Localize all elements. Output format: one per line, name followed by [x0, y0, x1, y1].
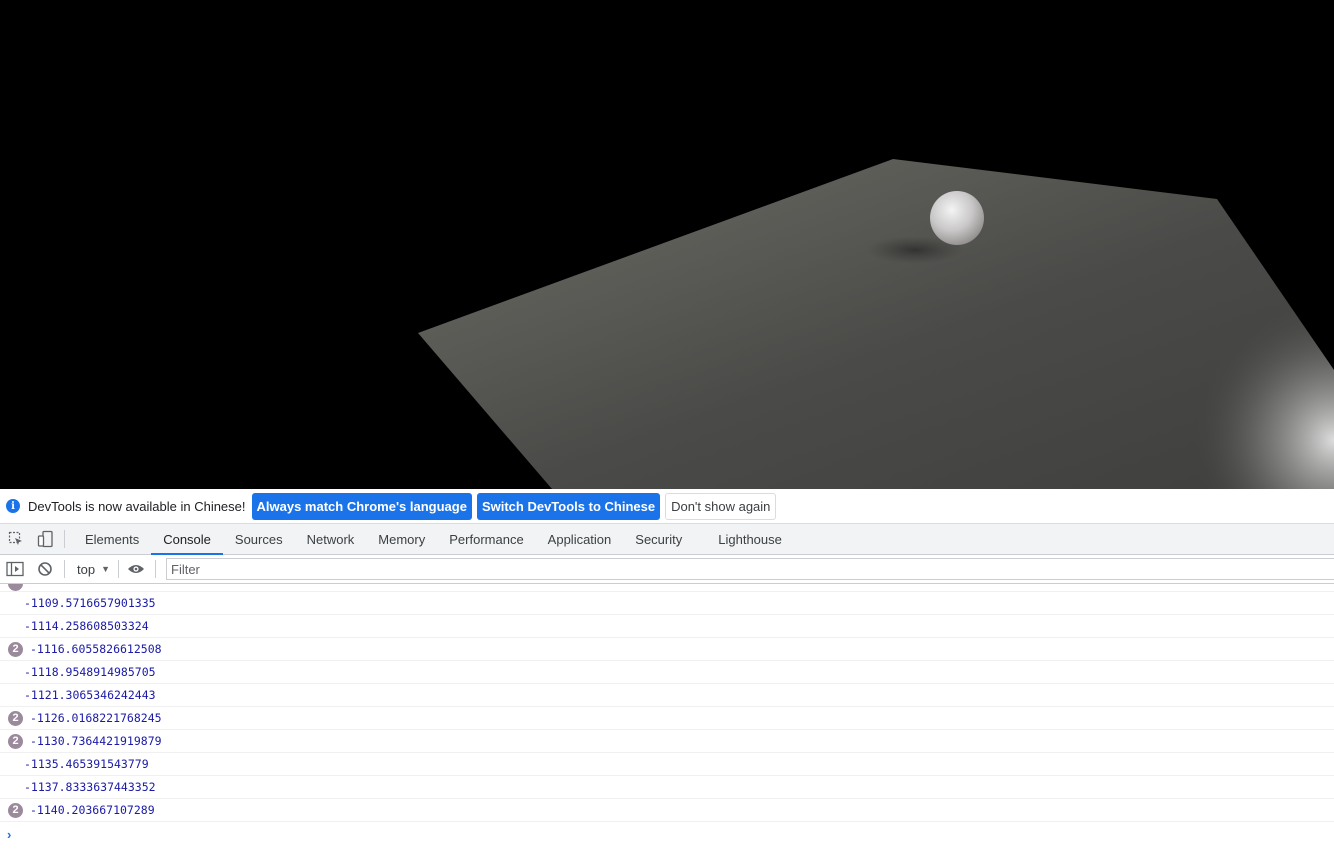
panel-tabs: Elements Console Sources Network Memory …: [65, 524, 794, 555]
tab-lighthouse[interactable]: Lighthouse: [706, 524, 794, 554]
tab-performance[interactable]: Performance: [437, 524, 535, 554]
always-match-language-button[interactable]: Always match Chrome's language: [251, 492, 472, 520]
infobar-message: DevTools is now available in Chinese!: [28, 498, 246, 514]
console-message[interactable]: 2 -1126.0168221768245: [0, 707, 1334, 730]
logged-value: -1118.9548914985705: [24, 665, 156, 679]
clipped-message-row: [0, 584, 1334, 592]
logged-value: -1140.203667107289: [30, 803, 155, 817]
console-message[interactable]: 2 -1116.6055826612508: [0, 638, 1334, 661]
sphere: [930, 191, 984, 245]
console-message[interactable]: -1121.3065346242443: [0, 684, 1334, 707]
repeat-count-badge: 2: [8, 710, 23, 726]
console-messages: -1109.5716657901335 -1114.258608503324 2…: [0, 584, 1334, 858]
devtools-tabbar: Elements Console Sources Network Memory …: [0, 524, 1334, 555]
toolbar-divider: [118, 560, 119, 578]
filter-input[interactable]: [166, 558, 1334, 580]
tab-memory[interactable]: Memory: [366, 524, 437, 554]
tab-application[interactable]: Application: [536, 524, 624, 554]
console-message[interactable]: 2 -1140.203667107289: [0, 799, 1334, 822]
logged-value: -1135.465391543779: [24, 757, 149, 771]
repeat-count-badge: 2: [8, 802, 23, 818]
repeat-count-badge: [8, 584, 23, 591]
tab-network[interactable]: Network: [295, 524, 367, 554]
scene-render: [418, 159, 1334, 489]
context-selector[interactable]: top ▼: [71, 562, 110, 577]
console-message[interactable]: -1118.9548914985705: [0, 661, 1334, 684]
console-prompt[interactable]: ›: [0, 822, 1334, 846]
inspect-element-icon[interactable]: [6, 529, 26, 549]
toolbar-divider: [64, 560, 65, 578]
tab-console[interactable]: Console: [151, 524, 223, 555]
console-toolbar: top ▼: [0, 555, 1334, 584]
repeat-count-badge: 2: [8, 641, 23, 657]
console-message[interactable]: -1114.258608503324: [0, 615, 1334, 638]
console-message[interactable]: -1109.5716657901335: [0, 592, 1334, 615]
switch-to-chinese-button[interactable]: Switch DevTools to Chinese: [476, 492, 661, 520]
clear-console-icon[interactable]: [34, 558, 56, 580]
device-toolbar-icon[interactable]: [36, 529, 56, 549]
tab-sources[interactable]: Sources: [223, 524, 295, 554]
logged-value: -1137.8333637443352: [24, 780, 156, 794]
logged-value: -1121.3065346242443: [24, 688, 156, 702]
live-expression-icon[interactable]: [125, 558, 147, 580]
dont-show-again-button[interactable]: Don't show again: [665, 492, 777, 520]
console-message[interactable]: -1137.8333637443352: [0, 776, 1334, 799]
toolbar-icons: [0, 530, 65, 548]
logged-value: -1130.7364421919879: [30, 734, 162, 748]
console-message[interactable]: 2 -1130.7364421919879: [0, 730, 1334, 753]
tab-security[interactable]: Security: [623, 524, 694, 554]
sidebar-toggle-icon[interactable]: [4, 558, 26, 580]
language-infobar: i DevTools is now available in Chinese! …: [0, 489, 1334, 524]
logged-value: -1109.5716657901335: [24, 596, 156, 610]
repeat-count-badge: 2: [8, 733, 23, 749]
ground-light: [418, 159, 1334, 489]
console-message[interactable]: -1135.465391543779: [0, 753, 1334, 776]
chevron-down-icon: ▼: [101, 564, 110, 574]
toolbar-divider: [155, 560, 156, 578]
context-value: top: [77, 561, 96, 577]
webgl-canvas[interactable]: [0, 0, 1334, 489]
tab-elements[interactable]: Elements: [73, 524, 151, 554]
info-icon: i: [6, 499, 20, 513]
logged-value: -1114.258608503324: [24, 619, 149, 633]
logged-value: -1126.0168221768245: [30, 711, 162, 725]
prompt-chevron-icon: ›: [7, 826, 12, 842]
logged-value: -1116.6055826612508: [30, 642, 162, 656]
